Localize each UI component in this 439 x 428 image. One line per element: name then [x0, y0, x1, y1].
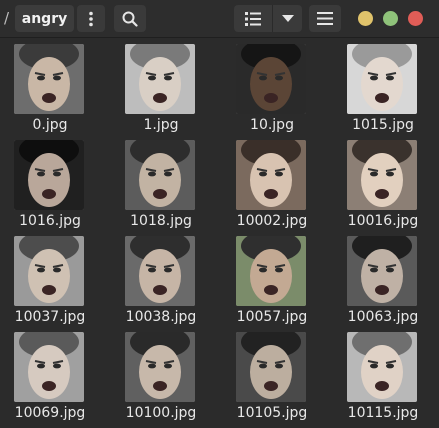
file-item[interactable]: 10038.jpg [111, 230, 211, 325]
header-bar: / angry [0, 0, 439, 38]
list-view-icon [245, 11, 261, 26]
image-thumbnail [347, 332, 417, 402]
view-mode-button[interactable] [234, 5, 272, 32]
file-grid: 0.jpg 1.jpg 10.jpg 1015.jpg 1016.jpg 1018.jpg… [0, 38, 439, 428]
path-separator: / [4, 9, 10, 27]
file-item[interactable]: 1015.jpg [333, 38, 433, 133]
main-menu-button[interactable] [309, 5, 341, 32]
image-thumbnail [347, 44, 417, 114]
file-name: 10002.jpg [236, 213, 308, 229]
search-icon [122, 11, 138, 27]
more-options-button[interactable] [77, 5, 105, 32]
file-name: 1018.jpg [130, 213, 192, 229]
breadcrumb-current-folder[interactable]: angry [15, 5, 74, 32]
file-name: 1.jpg [143, 117, 179, 133]
file-item[interactable]: 10.jpg [222, 38, 322, 133]
file-item[interactable]: 10069.jpg [0, 326, 100, 421]
file-name: 10.jpg [250, 117, 294, 133]
chevron-down-icon [281, 14, 294, 22]
file-name: 10105.jpg [236, 405, 308, 421]
file-name: 10063.jpg [347, 309, 419, 325]
image-thumbnail [125, 332, 195, 402]
minimize-button[interactable] [358, 11, 373, 26]
file-name: 10100.jpg [125, 405, 197, 421]
file-name: 10057.jpg [236, 309, 308, 325]
image-thumbnail [125, 236, 195, 306]
file-name: 0.jpg [32, 117, 68, 133]
image-thumbnail [347, 236, 417, 306]
file-item[interactable]: 1018.jpg [111, 134, 211, 229]
file-item[interactable]: 10100.jpg [111, 326, 211, 421]
image-thumbnail [236, 44, 306, 114]
file-item[interactable]: 1.jpg [111, 38, 211, 133]
image-thumbnail [125, 140, 195, 210]
file-name: 10038.jpg [125, 309, 197, 325]
view-options-dropdown[interactable] [272, 5, 302, 32]
file-name: 10037.jpg [14, 309, 86, 325]
image-thumbnail [236, 140, 306, 210]
file-item[interactable]: 10037.jpg [0, 230, 100, 325]
close-button[interactable] [408, 11, 423, 26]
file-name: 10115.jpg [347, 405, 419, 421]
file-name: 10069.jpg [14, 405, 86, 421]
vertical-dots-icon [89, 11, 93, 26]
image-thumbnail [14, 332, 84, 402]
file-item[interactable]: 0.jpg [0, 38, 100, 133]
file-item[interactable]: 10057.jpg [222, 230, 322, 325]
image-thumbnail [347, 140, 417, 210]
image-thumbnail [236, 236, 306, 306]
file-item[interactable]: 1016.jpg [0, 134, 100, 229]
file-item[interactable]: 10016.jpg [333, 134, 433, 229]
file-name: 1015.jpg [352, 117, 414, 133]
hamburger-menu-icon [317, 12, 333, 25]
image-thumbnail [14, 236, 84, 306]
file-item[interactable]: 10105.jpg [222, 326, 322, 421]
file-item[interactable]: 10063.jpg [333, 230, 433, 325]
search-button[interactable] [114, 5, 146, 32]
file-name: 10016.jpg [347, 213, 419, 229]
file-item[interactable]: 10002.jpg [222, 134, 322, 229]
image-thumbnail [236, 332, 306, 402]
file-item[interactable]: 10115.jpg [333, 326, 433, 421]
image-thumbnail [14, 44, 84, 114]
image-thumbnail [125, 44, 195, 114]
maximize-button[interactable] [383, 11, 398, 26]
file-name: 1016.jpg [19, 213, 81, 229]
image-thumbnail [14, 140, 84, 210]
